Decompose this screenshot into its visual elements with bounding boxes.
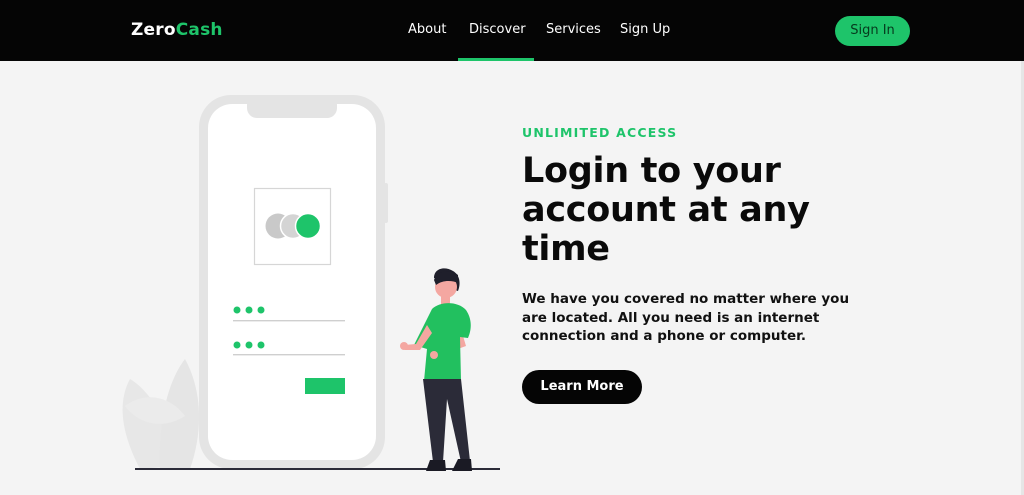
learn-more-button[interactable]: Learn More xyxy=(522,370,642,404)
phone-illustration xyxy=(199,95,388,469)
logo[interactable]: ZeroCash xyxy=(131,20,223,40)
hero-section: UNLIMITED ACCESS Login to your account a… xyxy=(0,61,1024,495)
logo-text-accent: Cash xyxy=(175,20,223,40)
leaf-decoration xyxy=(122,359,200,469)
hero-description: We have you covered no matter where you … xyxy=(522,291,850,344)
nav-sign-up[interactable]: Sign Up xyxy=(620,22,670,37)
nav-services[interactable]: Services xyxy=(546,22,601,37)
phone-submit-button-graphic xyxy=(305,378,345,394)
logo-text-main: Zero xyxy=(131,20,176,40)
eyebrow-label: UNLIMITED ACCESS xyxy=(522,125,678,140)
nav-about[interactable]: About xyxy=(408,22,446,37)
login-illustration xyxy=(122,95,500,471)
nav-discover[interactable]: Discover xyxy=(469,22,526,37)
page-title: Login to your account at any time xyxy=(522,151,810,269)
person-illustration xyxy=(400,268,472,471)
top-navigation-bar: ZeroCash About Discover Services Sign Up… xyxy=(0,0,1024,61)
card-icon xyxy=(253,187,332,266)
sign-in-button[interactable]: Sign In xyxy=(835,16,910,46)
